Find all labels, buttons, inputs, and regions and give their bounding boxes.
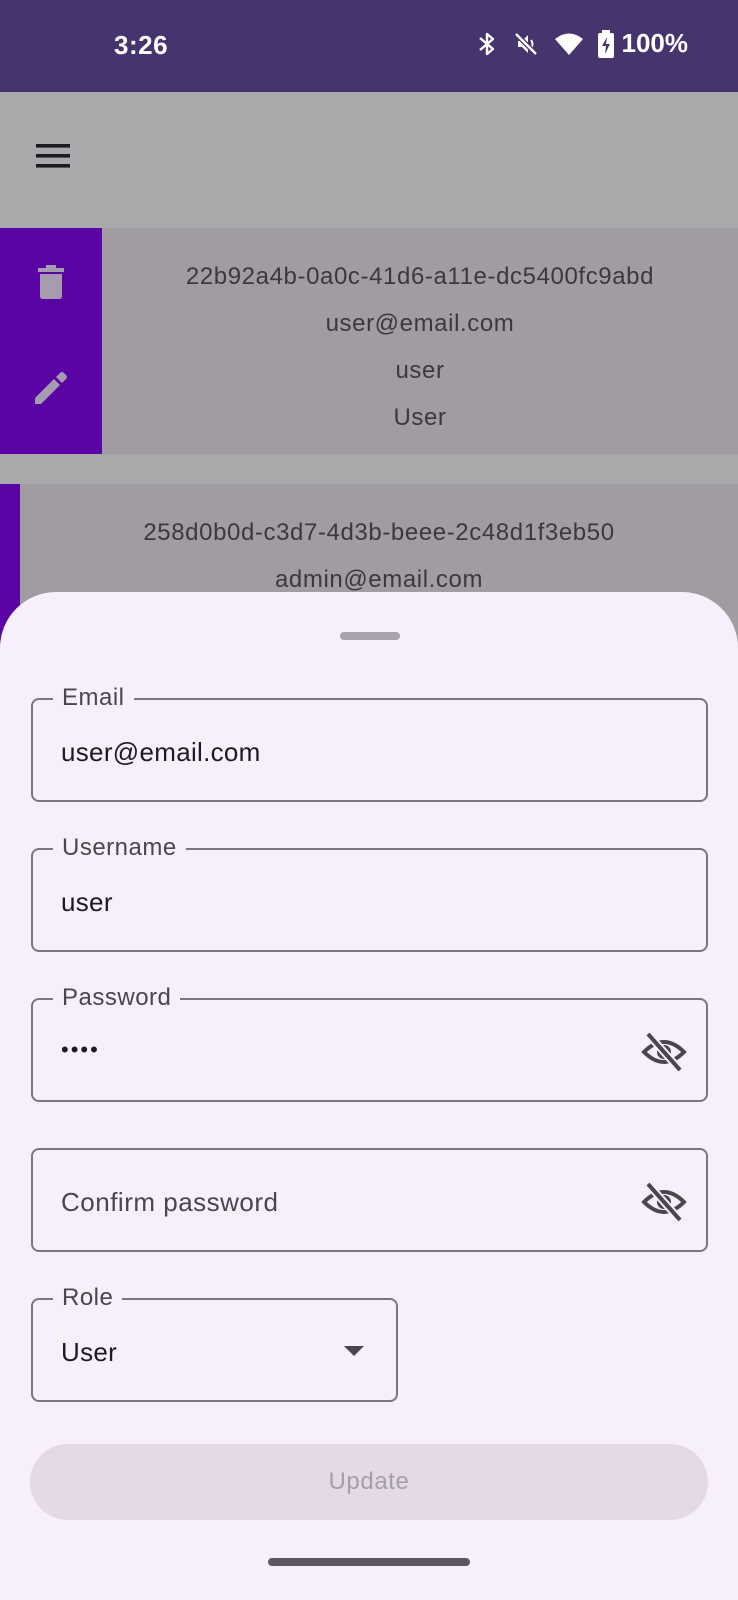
update-button[interactable]: Update [30,1444,708,1520]
trash-icon [38,265,64,299]
username-field[interactable]: Username user [31,834,708,952]
battery-charging-icon [597,29,614,58]
status-time: 3:26 [114,30,169,60]
bluetooth-icon [478,32,494,55]
delete-button[interactable] [0,232,102,332]
pencil-icon [35,372,67,404]
user-email: user@email.com [325,310,515,337]
role-label: Role [53,1284,123,1312]
confirm-password-field[interactable]: Confirm password [31,1148,708,1252]
wifi-icon [554,33,583,55]
email-value: user@email.com [61,737,261,767]
status-icons: 100% [476,28,689,59]
status-bar: 3:26 100% [0,0,738,92]
password-field[interactable]: Password •••• [31,984,708,1102]
mute-icon [513,31,538,56]
password-label: Password [53,984,181,1012]
user-role: User [393,404,447,431]
email-label: Email [53,684,134,712]
edit-user-sheet: Email user@email.com Username user Passw… [0,592,738,1600]
user-details: 22b92a4b-0a0c-41d6-a11e-dc5400fc9abd use… [102,228,738,450]
email-field[interactable]: Email user@email.com [31,684,708,802]
username-label: Username [53,834,186,862]
user-id: 258d0b0d-c3d7-4d3b-beee-2c48d1f3eb50 [143,519,615,546]
username-value: user [61,887,113,917]
drag-handle[interactable] [340,632,400,640]
battery-percent: 100% [621,28,689,58]
card-actions [0,228,102,454]
password-value: •••• [61,1037,100,1062]
role-value: User [61,1337,118,1367]
confirm-password-placeholder: Confirm password [61,1187,279,1217]
visibility-off-icon[interactable] [640,1030,688,1074]
user-id: 22b92a4b-0a0c-41d6-a11e-dc5400fc9abd [185,263,655,290]
visibility-off-icon[interactable] [640,1180,688,1224]
menu-icon[interactable] [34,136,74,176]
edit-button[interactable] [0,338,102,438]
role-dropdown[interactable]: Role User [31,1284,398,1402]
home-indicator[interactable] [268,1558,470,1566]
user-card: 22b92a4b-0a0c-41d6-a11e-dc5400fc9abd use… [0,228,738,454]
app-bar [0,92,738,228]
user-username: user [395,357,445,384]
dropdown-arrow-icon [344,1346,364,1356]
